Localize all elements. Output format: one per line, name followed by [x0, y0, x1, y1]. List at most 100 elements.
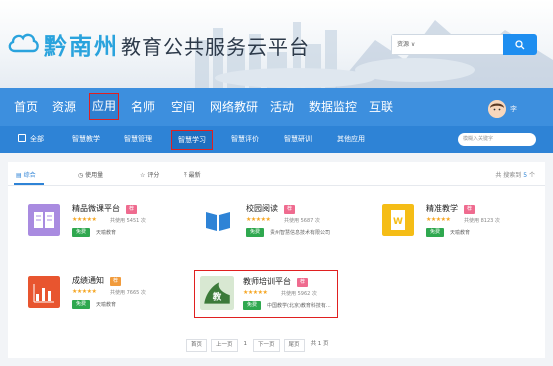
app-title-text: 校园阅读 — [246, 204, 278, 213]
pager-total: 共 1 页 — [310, 341, 329, 347]
result-total: 共 搜索到 5 个 — [495, 170, 535, 179]
recommend-badge: 荐 — [284, 205, 296, 214]
recommend-badge: 荐 — [126, 205, 138, 214]
subnav-smart-management[interactable]: 智慧管理 — [124, 126, 152, 153]
provider-name: 天喻教育 — [96, 230, 117, 236]
search-button[interactable] — [503, 34, 537, 55]
total-suffix: 个 — [528, 172, 535, 179]
clock-icon: ◷ — [78, 172, 84, 179]
filter-rating-label: 评分 — [147, 172, 160, 179]
teacher-training-icon: 教 — [200, 276, 234, 310]
rating-stars: ★★★★★ — [243, 289, 268, 296]
rating-stars: ★★★★★ — [246, 216, 271, 223]
pager-last[interactable]: 尾页 — [283, 339, 305, 352]
app-title-text: 教师培训平台 — [243, 277, 291, 286]
app-title-text: 精品微课平台 — [72, 204, 120, 213]
nav-interconnect[interactable]: 互联 — [369, 88, 393, 126]
provider-name: 天喻教育 — [96, 302, 117, 308]
subnav-other-apps[interactable]: 其他应用 — [337, 126, 365, 153]
pager-first[interactable]: 首页 — [186, 339, 208, 352]
pager-prev[interactable]: 上一页 — [211, 339, 238, 352]
subnav-smart-learning[interactable]: 智慧学习 — [171, 130, 213, 150]
rating-stars: ★★★★★ — [72, 216, 97, 223]
cloud-logo-icon — [8, 33, 39, 53]
logo-title-region: 黔南州 — [44, 34, 119, 60]
nav-data-monitor[interactable]: 数据监控 — [309, 88, 357, 126]
app-card[interactable]: 精品微课平台荐 ★★★★★ 共使用 5451 次 免费 天喻教育 — [20, 198, 180, 250]
provider-name: 中国教学(北京)教育科技有... — [267, 303, 331, 309]
avatar[interactable] — [488, 100, 506, 118]
pager-current[interactable]: 1 — [242, 339, 250, 352]
recommend-badge: 荐 — [464, 205, 476, 214]
app-card-highlighted[interactable]: 教 教师培训平台荐 ★★★★★ 共使用 5962 次 免费 中国教学(北京)教育… — [194, 270, 338, 318]
recommend-badge: 荐 — [110, 277, 122, 286]
app-title-text: 精准教学 — [426, 204, 458, 213]
header-search: 资源 ∨ — [391, 34, 537, 55]
subnav-all-label: 全部 — [30, 135, 44, 143]
nav-space[interactable]: 空间 — [171, 88, 195, 126]
app-card[interactable]: 成绩通知荐 ★★★★★ 共使用 7665 次 免费 天喻教育 — [20, 270, 180, 322]
list-icon: ▤ — [16, 172, 22, 179]
subnav-smart-training[interactable]: 智慧研训 — [284, 126, 312, 153]
svg-text:W: W — [393, 217, 403, 227]
usage-count: 共使用 5687 次 — [284, 218, 320, 224]
nav-activities[interactable]: 活动 — [270, 88, 294, 126]
nav-resources[interactable]: 资源 — [52, 88, 76, 126]
app-title[interactable]: 校园阅读荐 — [246, 203, 296, 214]
header-banner: 黔南州 教育公共服务云平台 资源 ∨ — [0, 0, 553, 88]
filter-usage-label: 使用量 — [85, 172, 104, 179]
free-badge: 免费 — [72, 300, 91, 309]
app-title[interactable]: 精准教学荐 — [426, 203, 476, 214]
filter-active-underline — [14, 183, 44, 185]
pagination: 首页 上一页 1 下一页 尾页 共 1 页 — [186, 339, 331, 352]
subnav-smart-teaching[interactable]: 智慧教学 — [72, 126, 100, 153]
rating-stars: ★★★★★ — [72, 288, 97, 295]
filter-comprehensive-label: 综合 — [23, 172, 36, 179]
nav-teachers[interactable]: 名师 — [131, 88, 155, 126]
app-title[interactable]: 教师培训平台荐 — [243, 276, 309, 287]
open-book-icon — [202, 204, 234, 236]
filter-newest-label: 最新 — [188, 172, 201, 179]
app-list-panel: ▤ 综合 ◷ 使用量 ☆ 评分 ⤒ 最新 共 搜索到 5 个 精品微课平台荐 ★… — [8, 162, 545, 358]
search-type-select[interactable]: 资源 ∨ — [391, 34, 503, 55]
usage-count: 共使用 7665 次 — [110, 290, 146, 296]
total-prefix: 共 — [495, 172, 502, 179]
user-avatar-icon — [488, 100, 506, 118]
nav-home[interactable]: 首页 — [14, 88, 38, 126]
pager-next[interactable]: 下一页 — [253, 339, 280, 352]
main-nav: 首页 资源 应用 名师 空间 网络教研 活动 数据监控 互联 — [0, 88, 553, 126]
free-badge: 免费 — [72, 228, 91, 237]
app-title-text: 成绩通知 — [72, 276, 104, 285]
nav-apps[interactable]: 应用 — [89, 93, 120, 120]
bar-chart-icon — [28, 276, 60, 308]
total-mid: 搜索到 — [503, 172, 522, 179]
upload-icon: ⤒ — [184, 172, 187, 179]
app-title[interactable]: 成绩通知荐 — [72, 275, 122, 286]
app-card[interactable]: 校园阅读荐 ★★★★★ 共使用 5687 次 免费 贵州智慧信息技术有限公司 — [194, 198, 354, 250]
filter-usage[interactable]: ◷ 使用量 — [78, 170, 103, 179]
grid-icon — [18, 134, 26, 142]
rating-stars: ★★★★★ — [426, 216, 451, 223]
user-name[interactable]: 李 — [510, 104, 517, 114]
usage-count: 共使用 8123 次 — [464, 218, 500, 224]
free-badge: 免费 — [243, 301, 262, 310]
subnav-search-input[interactable]: 模糊入关键字 — [458, 133, 536, 146]
nav-online-research[interactable]: 网络教研 — [210, 88, 258, 126]
app-card[interactable]: W 精准教学荐 ★★★★★ 共使用 8123 次 免费 天喻教育 — [374, 198, 534, 250]
star-outline-icon: ☆ — [140, 172, 146, 179]
filter-newest[interactable]: ⤒ 最新 — [184, 170, 201, 180]
svg-text:教: 教 — [212, 291, 222, 302]
filter-bar: ▤ 综合 ◷ 使用量 ☆ 评分 ⤒ 最新 共 搜索到 5 个 — [8, 162, 545, 186]
provider-name: 天喻教育 — [450, 230, 471, 236]
subnav-smart-evaluation[interactable]: 智慧评价 — [231, 126, 259, 153]
book-icon — [28, 204, 60, 236]
filter-comprehensive[interactable]: ▤ 综合 — [16, 170, 36, 179]
app-title[interactable]: 精品微课平台荐 — [72, 203, 138, 214]
usage-count: 共使用 5962 次 — [281, 291, 317, 297]
subnav-all[interactable]: 全部 — [18, 126, 44, 153]
word-document-icon: W — [382, 204, 414, 236]
filter-rating[interactable]: ☆ 评分 — [140, 170, 159, 179]
search-icon — [515, 39, 525, 49]
logo-title-platform: 教育公共服务云平台 — [121, 35, 310, 59]
free-badge: 免费 — [246, 228, 265, 237]
